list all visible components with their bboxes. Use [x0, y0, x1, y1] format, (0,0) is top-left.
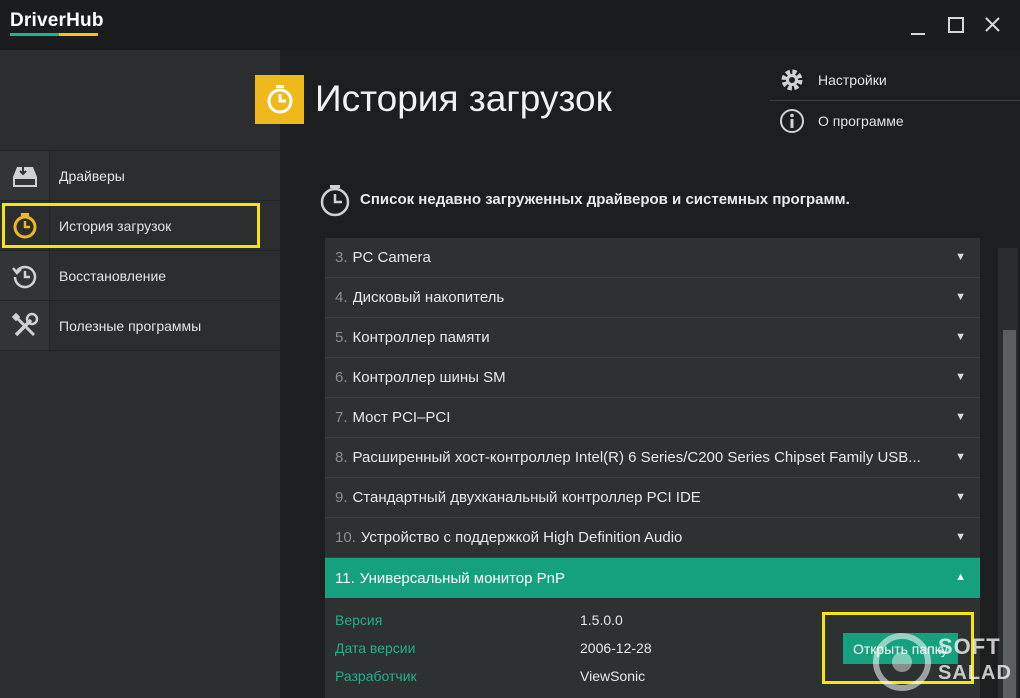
- sidebar: Драйверы История загрузок Восстановление: [0, 150, 280, 698]
- close-icon: [985, 17, 1000, 32]
- list-item[interactable]: 3. PC Camera ▼: [325, 238, 980, 278]
- title-bar: DriverHub: [0, 0, 1020, 50]
- sidebar-item-useful-programs[interactable]: Полезные программы: [0, 300, 280, 351]
- sidebar-item-restore[interactable]: Восстановление: [0, 250, 280, 300]
- logo-underline: [10, 33, 98, 36]
- sidebar-item-label: Полезные программы: [59, 317, 202, 334]
- sidebar-header: [0, 50, 280, 150]
- chevron-down-icon: ▼: [955, 251, 966, 263]
- clock-icon: [13, 212, 36, 238]
- minimize-icon: [911, 33, 925, 35]
- list-item[interactable]: 5. Контроллер памяти ▼: [325, 318, 980, 358]
- list-item[interactable]: 9. Стандартный двухканальный контроллер …: [325, 478, 980, 518]
- list-item[interactable]: 6. Контроллер шины SM ▼: [325, 358, 980, 398]
- detail-label: Дата версии: [335, 640, 416, 656]
- sidebar-item-drivers[interactable]: Драйверы: [0, 150, 280, 200]
- chevron-down-icon: ▼: [955, 491, 966, 503]
- chevron-down-icon: ▼: [955, 371, 966, 383]
- list-item[interactable]: 4. Дисковый накопитель ▼: [325, 278, 980, 318]
- settings-button[interactable]: Настройки: [770, 60, 1020, 100]
- sidebar-item-download-history[interactable]: История загрузок: [0, 200, 280, 250]
- item-number: 9.: [335, 489, 348, 506]
- about-button[interactable]: О программе: [770, 101, 1020, 141]
- item-name: Универсальный монитор PnP: [359, 569, 565, 587]
- item-number: 8.: [335, 449, 348, 466]
- chevron-down-icon: ▼: [955, 451, 966, 463]
- list-item[interactable]: 10. Устройство с поддержкой High Definit…: [325, 518, 980, 558]
- detail-label: Разработчик: [335, 668, 417, 684]
- item-name: Мост PCI–PCI: [352, 409, 451, 426]
- clock-icon: [267, 84, 292, 113]
- item-name: Стандартный двухканальный контроллер PCI…: [352, 489, 701, 506]
- detail-value: 2006-12-28: [580, 640, 652, 656]
- sidebar-item-label: Восстановление: [59, 267, 167, 284]
- settings-label: Настройки: [818, 72, 887, 88]
- item-number: 4.: [335, 289, 348, 306]
- history-icon: [11, 265, 36, 288]
- chevron-down-icon: ▼: [955, 411, 966, 423]
- list-item[interactable]: 8. Расширенный хост-контроллер Intel(R) …: [325, 438, 980, 478]
- item-name: Расширенный хост-контроллер Intel(R) 6 S…: [352, 449, 921, 466]
- app-logo: DriverHub: [10, 10, 104, 36]
- item-name: Устройство с поддержкой High Definition …: [360, 529, 683, 546]
- item-number: 7.: [335, 409, 348, 426]
- detail-value: ViewSonic: [580, 668, 646, 684]
- maximize-icon: [948, 17, 964, 33]
- open-folder-button[interactable]: Открыть папку: [843, 633, 958, 664]
- close-button[interactable]: [977, 10, 1007, 40]
- info-icon: [780, 109, 804, 133]
- maximize-button[interactable]: [940, 10, 970, 40]
- tools-icon: [11, 312, 38, 336]
- list-item[interactable]: 7. Мост PCI–PCI ▼: [325, 398, 980, 438]
- list-item-expanded[interactable]: 11. Универсальный монитор PnP ▲: [325, 558, 980, 598]
- item-number: 6.: [335, 369, 348, 386]
- page-title: История загрузок: [315, 78, 612, 119]
- app-logo-text: DriverHub: [10, 10, 104, 31]
- content-description: Список недавно загруженных драйверов и с…: [360, 191, 850, 208]
- sidebar-item-label: История загрузок: [59, 217, 172, 234]
- drive-icon: [12, 165, 37, 187]
- detail-label: Версия: [335, 612, 383, 628]
- item-name: Контроллер памяти: [352, 329, 490, 346]
- sidebar-item-label: Драйверы: [59, 167, 125, 184]
- detail-value: 1.5.0.0: [580, 612, 623, 628]
- header-icon-box: [255, 75, 304, 124]
- item-name: Контроллер шины SM: [352, 369, 506, 386]
- item-number: 5.: [335, 329, 348, 346]
- item-number: 3.: [335, 249, 348, 266]
- chevron-down-icon: ▼: [955, 531, 966, 543]
- minimize-button[interactable]: [902, 10, 932, 40]
- item-name: PC Camera: [352, 249, 431, 266]
- chevron-down-icon: ▼: [955, 331, 966, 343]
- item-number: 10.: [335, 529, 356, 546]
- clock-icon: [320, 185, 350, 217]
- chevron-down-icon: ▼: [955, 291, 966, 303]
- chevron-up-icon: ▲: [955, 571, 966, 583]
- about-label: О программе: [818, 113, 904, 129]
- item-name: Дисковый накопитель: [352, 289, 505, 306]
- gear-icon: [781, 69, 803, 91]
- scrollbar-thumb[interactable]: [1003, 330, 1016, 698]
- item-number: 11.: [335, 569, 355, 587]
